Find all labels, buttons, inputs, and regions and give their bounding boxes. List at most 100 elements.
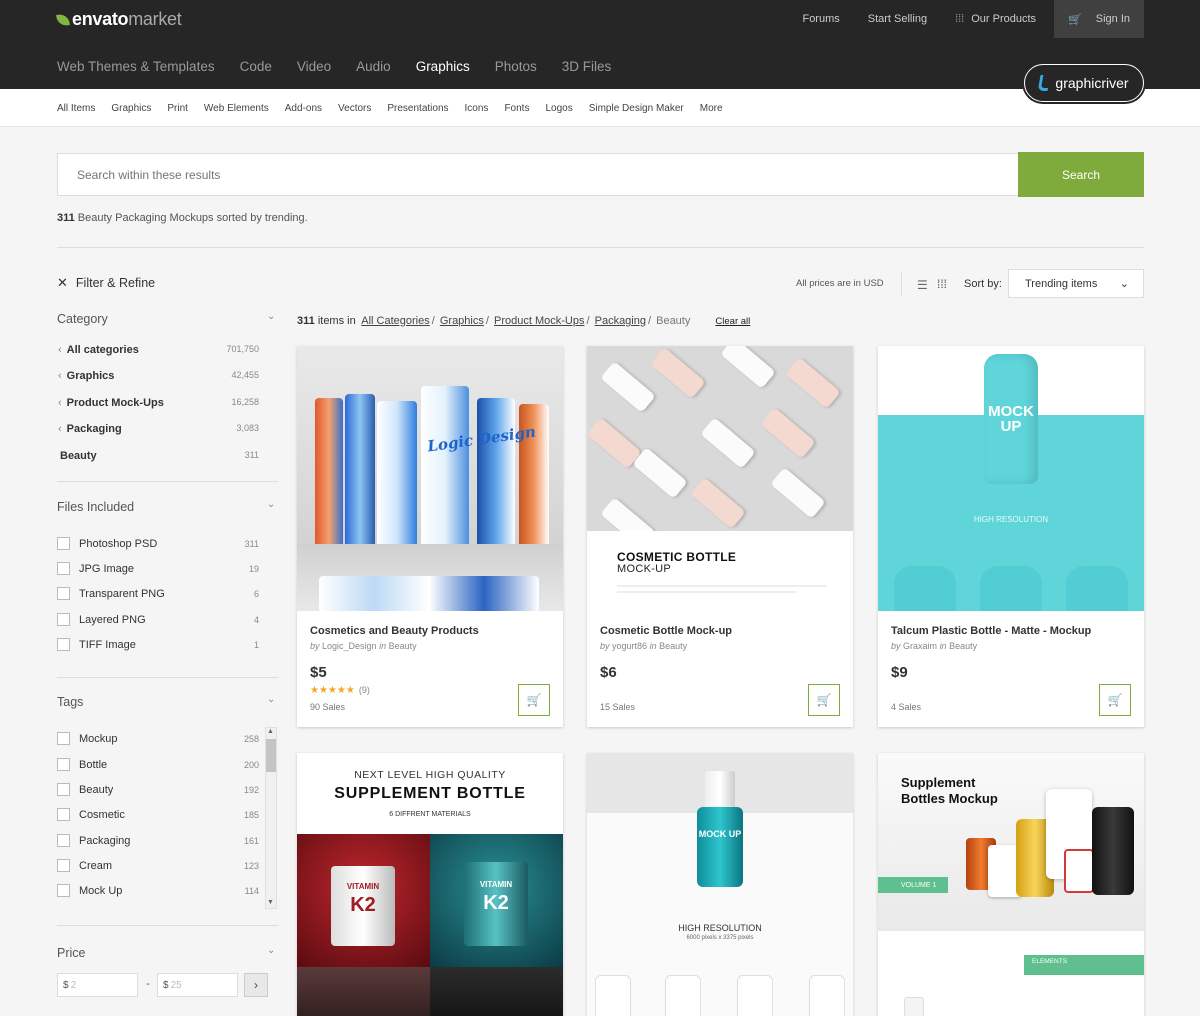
tag-packaging[interactable]: Packaging 161 bbox=[57, 834, 259, 847]
product-card[interactable]: MOCK UP HIGH RESOLUTION 6000 pixels x 33… bbox=[587, 753, 853, 1016]
tag-mock-up[interactable]: Mock Up 114 bbox=[57, 884, 259, 897]
subnav-vectors[interactable]: Vectors bbox=[338, 103, 371, 114]
subnav-presentations[interactable]: Presentations bbox=[387, 103, 448, 114]
product-card[interactable]: NEXT LEVEL HIGH QUALITY SUPPLEMENT BOTTL… bbox=[297, 753, 563, 1016]
sort-select[interactable]: Trending items ⌄ bbox=[1008, 269, 1144, 298]
price-max-field[interactable]: $25 bbox=[157, 973, 238, 997]
nav-3d-files[interactable]: 3D Files bbox=[562, 59, 612, 85]
search-input[interactable] bbox=[58, 154, 1019, 195]
subnav-fonts[interactable]: Fonts bbox=[504, 103, 529, 114]
checkbox[interactable] bbox=[57, 859, 70, 872]
product-thumbnail[interactable]: COSMETIC BOTTLE MOCK-UP bbox=[587, 346, 853, 611]
product-card[interactable]: MOCK UP HIGH RESOLUTION Talcum Plastic B… bbox=[878, 346, 1144, 727]
checkbox[interactable] bbox=[57, 537, 70, 550]
checkbox[interactable] bbox=[57, 587, 70, 600]
add-to-cart-button[interactable]: 🛒 bbox=[1099, 684, 1131, 716]
category-all[interactable]: ‹ All categories 701,750 bbox=[58, 344, 259, 356]
tag-cosmetic[interactable]: Cosmetic 185 bbox=[57, 808, 259, 821]
author-name[interactable]: Graxaim bbox=[903, 641, 937, 651]
crumb-graphics[interactable]: Graphics bbox=[440, 315, 484, 327]
subnav-print[interactable]: Print bbox=[167, 103, 188, 114]
checkbox[interactable] bbox=[57, 732, 70, 745]
add-to-cart-button[interactable]: 🛒 bbox=[518, 684, 550, 716]
card-category[interactable]: Beauty bbox=[949, 641, 977, 651]
subnav-logos[interactable]: Logos bbox=[545, 103, 572, 114]
category-title[interactable]: Category bbox=[57, 312, 108, 326]
subnav-graphics[interactable]: Graphics bbox=[111, 103, 151, 114]
checkbox[interactable] bbox=[57, 783, 70, 796]
crumb-packaging[interactable]: Packaging bbox=[595, 315, 646, 327]
subnav-all-items[interactable]: All Items bbox=[57, 103, 95, 114]
author-name[interactable]: Logic_Design bbox=[322, 641, 377, 651]
card-title[interactable]: Cosmetic Bottle Mock-up bbox=[600, 625, 732, 637]
card-title[interactable]: Cosmetics and Beauty Products bbox=[310, 625, 479, 637]
chevron-down-icon[interactable]: ⌄ bbox=[267, 694, 275, 705]
author-name[interactable]: yogurt86 bbox=[612, 641, 647, 651]
filter-transparent-png[interactable]: Transparent PNG 6 bbox=[57, 587, 259, 600]
category-product-mock-ups[interactable]: ‹ Product Mock-Ups 16,258 bbox=[58, 397, 259, 409]
product-card[interactable]: Supplement Bottles Mockup VOLUME 1 ELEME… bbox=[878, 753, 1144, 1016]
tags-title[interactable]: Tags bbox=[57, 695, 83, 709]
subnav-add-ons[interactable]: Add-ons bbox=[285, 103, 322, 114]
card-category[interactable]: Beauty bbox=[659, 641, 687, 651]
clear-all-link[interactable]: Clear all bbox=[715, 316, 750, 327]
subnav-web-elements[interactable]: Web Elements bbox=[204, 103, 269, 114]
nav-audio[interactable]: Audio bbox=[356, 59, 391, 85]
product-thumbnail[interactable]: MOCK UP HIGH RESOLUTION bbox=[878, 346, 1144, 611]
price-min-field[interactable]: $2 bbox=[57, 973, 138, 997]
tag-beauty[interactable]: Beauty 192 bbox=[57, 783, 259, 796]
checkbox[interactable] bbox=[57, 758, 70, 771]
nav-photos[interactable]: Photos bbox=[495, 59, 537, 85]
scroll-down-icon[interactable]: ▼ bbox=[267, 899, 274, 906]
chevron-down-icon[interactable]: ⌄ bbox=[267, 311, 275, 322]
sign-in-button[interactable]: 🛒 Sign In bbox=[1054, 0, 1144, 38]
grid-view-icon[interactable]: ⁞⁞⁞ bbox=[937, 277, 947, 291]
product-thumbnail[interactable]: MOCK UP HIGH RESOLUTION 6000 pixels x 33… bbox=[587, 753, 853, 1016]
chevron-down-icon[interactable]: ⌄ bbox=[267, 945, 275, 956]
search-button[interactable]: Search bbox=[1018, 152, 1144, 197]
crumb-product-mock-ups[interactable]: Product Mock-Ups bbox=[494, 315, 584, 327]
graphicriver-badge[interactable]: graphicriver bbox=[1024, 64, 1144, 102]
nav-graphics[interactable]: Graphics bbox=[416, 59, 470, 85]
filter-tiff-image[interactable]: TIFF Image 1 bbox=[57, 638, 259, 651]
card-category[interactable]: Beauty bbox=[389, 641, 417, 651]
checkbox[interactable] bbox=[57, 562, 70, 575]
tag-cream[interactable]: Cream 123 bbox=[57, 859, 259, 872]
filter-layered-png[interactable]: Layered PNG 4 bbox=[57, 613, 259, 626]
nav-code[interactable]: Code bbox=[240, 59, 272, 85]
product-thumbnail[interactable]: Logic Design bbox=[297, 346, 563, 611]
tags-scrollbar-thumb[interactable] bbox=[266, 739, 276, 772]
tag-bottle[interactable]: Bottle 200 bbox=[57, 758, 259, 771]
list-view-icon[interactable]: ☰ bbox=[917, 278, 928, 292]
checkbox[interactable] bbox=[57, 638, 70, 651]
crumb-all-categories[interactable]: All Categories bbox=[361, 315, 429, 327]
forums-link[interactable]: Forums bbox=[802, 13, 839, 25]
category-packaging[interactable]: ‹ Packaging 3,083 bbox=[58, 423, 259, 435]
nav-video[interactable]: Video bbox=[297, 59, 331, 85]
card-title[interactable]: Talcum Plastic Bottle - Matte - Mockup bbox=[891, 625, 1091, 637]
product-card[interactable]: Logic Design Cosmetics and Beauty Produc… bbox=[297, 346, 563, 727]
price-apply-button[interactable]: › bbox=[244, 973, 268, 997]
subnav-simple-design-maker[interactable]: Simple Design Maker bbox=[589, 103, 684, 114]
checkbox[interactable] bbox=[57, 834, 70, 847]
chevron-down-icon[interactable]: ⌄ bbox=[267, 499, 275, 510]
product-thumbnail[interactable]: Supplement Bottles Mockup VOLUME 1 ELEME… bbox=[878, 753, 1144, 1016]
our-products-link[interactable]: ⁞⁞⁞ Our Products bbox=[955, 13, 1036, 25]
subnav-more[interactable]: More bbox=[700, 103, 723, 114]
add-to-cart-button[interactable]: 🛒 bbox=[808, 684, 840, 716]
tag-mockup[interactable]: Mockup 258 bbox=[57, 732, 259, 745]
category-graphics[interactable]: ‹ Graphics 42,455 bbox=[58, 370, 259, 382]
nav-web-themes[interactable]: Web Themes & Templates bbox=[57, 59, 215, 85]
scroll-up-icon[interactable]: ▲ bbox=[267, 728, 274, 735]
subnav-icons[interactable]: Icons bbox=[465, 103, 489, 114]
files-included-title[interactable]: Files Included bbox=[57, 500, 134, 514]
filter-refine-toggle[interactable]: ✕ Filter & Refine bbox=[57, 275, 155, 291]
checkbox[interactable] bbox=[57, 613, 70, 626]
envato-market-logo[interactable]: envato market bbox=[56, 9, 182, 30]
product-card[interactable]: COSMETIC BOTTLE MOCK-UP Cosmetic Bottle … bbox=[587, 346, 853, 727]
product-thumbnail[interactable]: NEXT LEVEL HIGH QUALITY SUPPLEMENT BOTTL… bbox=[297, 753, 563, 1016]
price-title[interactable]: Price bbox=[57, 946, 85, 960]
checkbox[interactable] bbox=[57, 808, 70, 821]
filter-jpg-image[interactable]: JPG Image 19 bbox=[57, 562, 259, 575]
filter-photoshop-psd[interactable]: Photoshop PSD 311 bbox=[57, 537, 259, 550]
